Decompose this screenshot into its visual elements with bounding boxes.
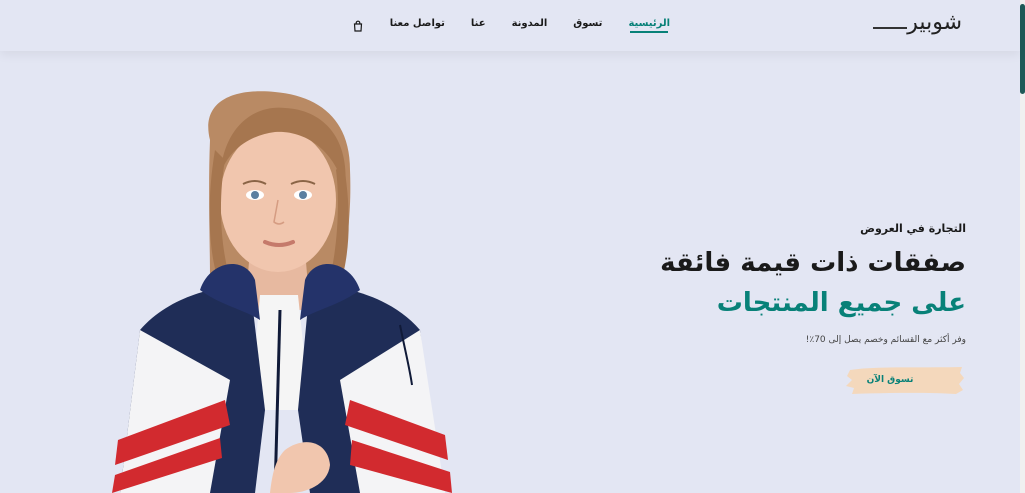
nav-contact[interactable]: تواصل معنا (390, 18, 445, 29)
shopping-bag-icon[interactable] (352, 17, 364, 32)
shop-now-label: تسوق الآن (866, 375, 914, 385)
shop-now-button[interactable]: تسوق الآن (844, 364, 966, 396)
logo-underline (873, 27, 908, 29)
hero-model-image (60, 80, 500, 493)
hero-eyebrow: التجارة في العروض (860, 222, 966, 235)
nav-home[interactable]: الرئيسية (628, 18, 670, 33)
scrollbar-thumb[interactable] (1020, 4, 1025, 94)
page-scrollbar[interactable] (1020, 0, 1025, 493)
nav-blog[interactable]: المدونة (512, 18, 548, 29)
hero-content: التجارة في العروض صفقات ذات قيمة فائقة ع… (606, 222, 966, 394)
site-header: شوبير الرئيسية تسوق المدونة عنا تواصل مع… (0, 0, 1020, 51)
main-nav: الرئيسية تسوق المدونة عنا تواصل معنا (320, 17, 670, 33)
hero-subtext: وفر أكثر مع القسائم وخصم يصل إلى 70٪! (805, 334, 966, 345)
hero-headline-accent: على جميع المنتجات (716, 287, 966, 318)
logo-text: شوبير (907, 10, 962, 35)
site-logo[interactable]: شوبير (871, 10, 962, 35)
hero-headline: صفقات ذات قيمة فائقة (660, 248, 966, 278)
nav-about[interactable]: عنا (471, 18, 486, 29)
nav-shop[interactable]: تسوق (573, 18, 602, 29)
